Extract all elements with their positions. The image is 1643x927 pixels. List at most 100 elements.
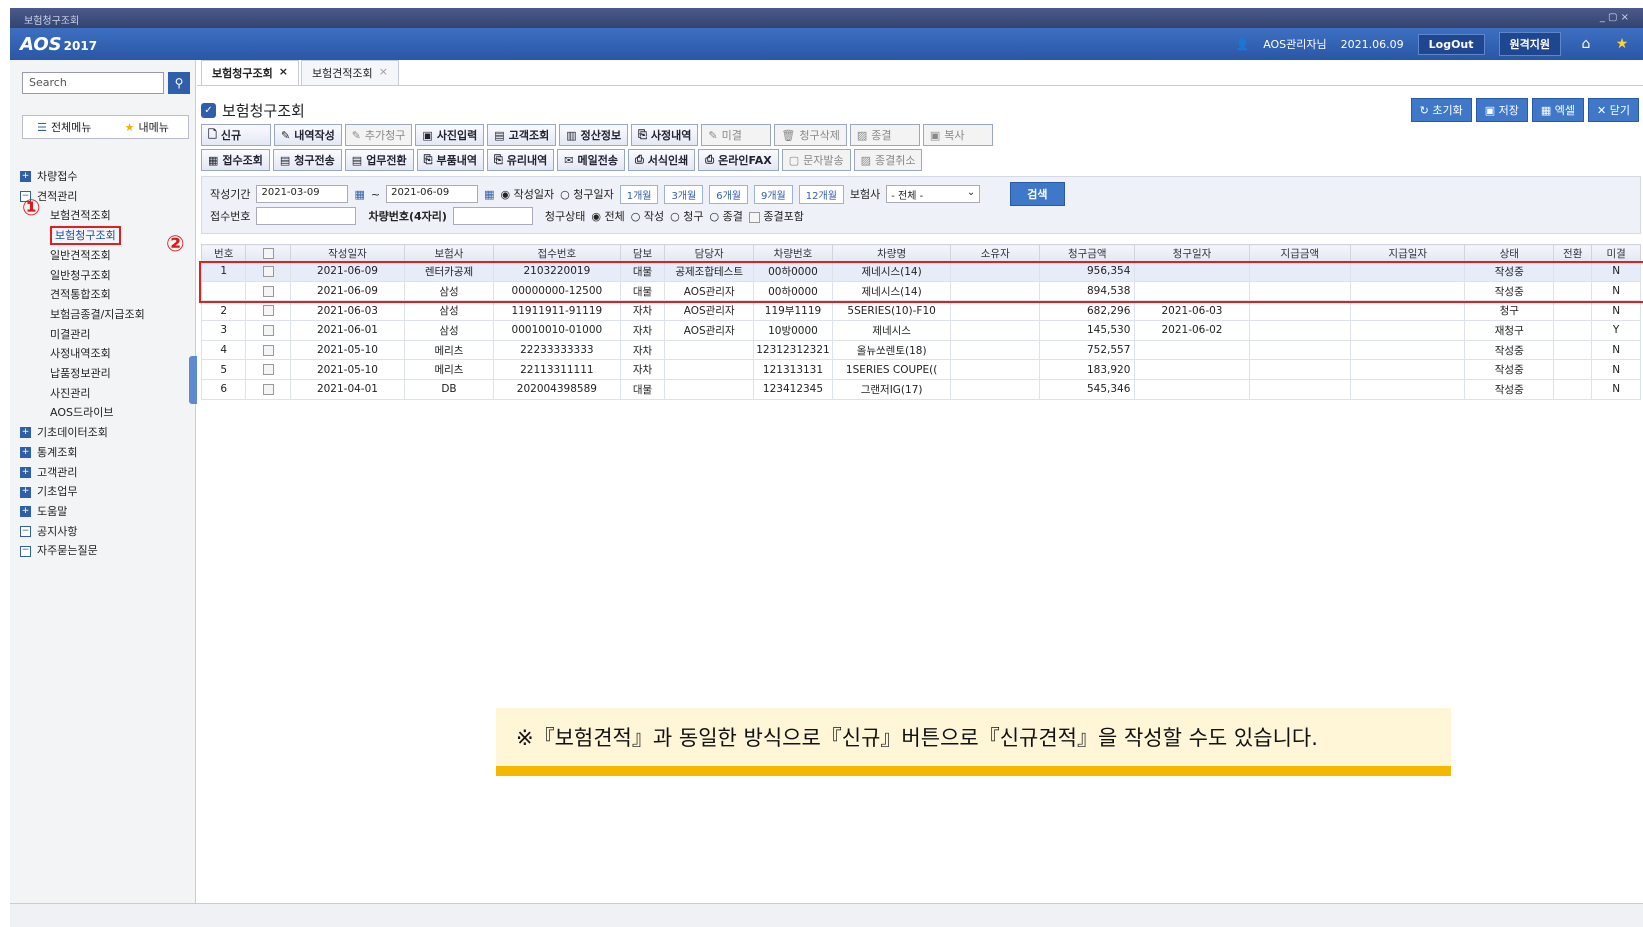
- close-claim-button[interactable]: ▨ 종결: [849, 124, 920, 146]
- assess-button[interactable]: ⎘ 사정내역: [631, 124, 699, 146]
- add-claim-button[interactable]: ✎ 추가청구: [344, 124, 413, 146]
- remote-support-button[interactable]: 원격지원: [1498, 32, 1561, 56]
- tree-item-selected[interactable]: 보험청구조회: [20, 226, 145, 246]
- include-closed-checkbox[interactable]: 종결포함: [748, 208, 804, 224]
- radio-status-claim[interactable]: ○ 청구: [670, 208, 703, 224]
- table-cell: 1SERIES COUPE((: [831, 359, 952, 381]
- tab-bar: 보험청구조회 × 보험견적조회 ×: [197, 60, 1643, 86]
- tree-group[interactable]: + 기초업무: [20, 482, 145, 502]
- excel-button[interactable]: ▦ 엑셀: [1531, 98, 1585, 122]
- period-9m-button[interactable]: 9개월: [754, 184, 793, 204]
- star-icon[interactable]: ★: [1611, 34, 1633, 54]
- document-icon: ▤: [279, 153, 291, 167]
- select-all-checkbox[interactable]: [245, 244, 291, 262]
- table-cell: [1134, 339, 1250, 361]
- sms-button[interactable]: ▢ 문자발송: [781, 149, 851, 171]
- tree-item[interactable]: 납품정보관리: [20, 364, 145, 384]
- tab-my-menu[interactable]: ★ 내메뉴: [106, 116, 189, 138]
- cancel-close-button[interactable]: ▨ 종결취소: [853, 149, 923, 171]
- tree-item[interactable]: 보험금종결/지급조회: [20, 305, 145, 325]
- radio-write-date[interactable]: ◉ 작성일자: [501, 186, 555, 202]
- row-checkbox[interactable]: [245, 339, 291, 361]
- row-checkbox[interactable]: [245, 379, 291, 400]
- period-6m-button[interactable]: 6개월: [709, 184, 748, 204]
- logout-button[interactable]: LogOut: [1417, 33, 1485, 55]
- tree-item[interactable]: 사정내역조회: [20, 344, 145, 364]
- search-icon[interactable]: ⚲: [168, 72, 190, 94]
- tree-item[interactable]: 사진관리: [20, 384, 145, 404]
- tab-claim-inquiry[interactable]: 보험청구조회 ×: [201, 60, 299, 85]
- close-button[interactable]: ✕ 닫기: [1588, 98, 1639, 122]
- calendar-icon[interactable]: ▦: [484, 188, 494, 201]
- table-row[interactable]: 3 2021-06-01 삼성 00010010-01000 자차 AOS관리자 10방00…: [200, 320, 1641, 341]
- receipt-button[interactable]: ▦ 접수조회: [201, 149, 270, 171]
- chevron-down-icon: ⌄: [966, 187, 976, 198]
- sidebar-collapse-handle[interactable]: [189, 356, 197, 404]
- save-button[interactable]: ▣ 저장: [1475, 98, 1528, 122]
- transfer-button[interactable]: ▤ 업무전환: [344, 149, 414, 171]
- table-row[interactable]: 4 2021-05-10 메리츠 22233333333 자차 12312312321 올뉴…: [200, 339, 1641, 361]
- tree-group[interactable]: − 자주묻는질문: [20, 541, 145, 561]
- row-checkbox[interactable]: [245, 359, 291, 381]
- send-button[interactable]: ▤ 청구전송: [272, 149, 342, 171]
- table-row[interactable]: 6 2021-04-01 DB 202004398589 대물 123412345 그랜저I…: [200, 379, 1641, 400]
- tree-group[interactable]: + 도움말: [20, 502, 145, 522]
- tree-item[interactable]: 견적통합조회: [20, 285, 145, 305]
- tree-group[interactable]: + 기초데이터조회: [20, 423, 145, 443]
- tree-group[interactable]: + 고객관리: [20, 463, 145, 483]
- settle-button[interactable]: ▥ 정산정보: [559, 124, 629, 146]
- new-button[interactable]: 🗋 신규: [201, 124, 271, 146]
- photo-button[interactable]: ▣ 사진입력: [415, 124, 485, 146]
- pending-button[interactable]: ✎ 미결: [701, 124, 772, 146]
- tree-group[interactable]: + 통계조회: [20, 443, 145, 463]
- receipt-input[interactable]: [256, 207, 357, 225]
- home-icon[interactable]: ⌂: [1575, 34, 1597, 54]
- col-header: 담보: [619, 244, 666, 262]
- detail-button[interactable]: ✎ 내역작성: [274, 124, 342, 146]
- tab-estimate-inquiry[interactable]: 보험견적조회 ×: [300, 60, 399, 85]
- radio-status-write[interactable]: ○ 작성: [631, 208, 664, 224]
- table-row[interactable]: 5 2021-05-10 메리츠 22113311111 자차 121313131 1SER…: [200, 359, 1641, 381]
- calendar-icon[interactable]: ▦: [354, 188, 364, 201]
- date-to-input[interactable]: 2021-06-09: [386, 185, 479, 203]
- search-button[interactable]: 검색: [1010, 182, 1065, 206]
- fax-button[interactable]: ⎙ 온라인FAX: [698, 149, 779, 171]
- tree-item[interactable]: 일반견적조회: [20, 246, 145, 266]
- customer-button[interactable]: ▤ 고객조회: [487, 124, 557, 146]
- radio-claim-date[interactable]: ○ 청구일자: [560, 186, 614, 202]
- period-3m-button[interactable]: 3개월: [664, 184, 704, 204]
- tab-all-menu[interactable]: ☰ 전체메뉴: [23, 116, 106, 138]
- period-12m-button[interactable]: 12개월: [798, 184, 844, 204]
- radio-status-close[interactable]: ○ 종결: [709, 208, 742, 224]
- table-cell: AOS관리자: [664, 320, 755, 341]
- tree-group[interactable]: + 차량접수: [20, 167, 145, 187]
- tree-item[interactable]: AOS드라이브: [20, 403, 145, 423]
- copy-button[interactable]: ▣ 복사: [922, 124, 993, 146]
- delete-button[interactable]: 🗑 청구삭제: [774, 124, 847, 146]
- tree-group[interactable]: − 공지사항: [20, 522, 145, 542]
- search-input[interactable]: Search: [22, 72, 164, 94]
- tree-item[interactable]: 미결관리: [20, 325, 145, 345]
- mail-button[interactable]: ✉ 메일전송: [557, 149, 625, 171]
- copy-icon: ⎘: [638, 128, 647, 141]
- menu-icon: ☰: [37, 120, 47, 134]
- marker-1: ①: [22, 196, 41, 221]
- parts-button[interactable]: ⎘ 부품내역: [416, 149, 484, 171]
- row-checkbox[interactable]: [245, 320, 291, 341]
- date-from-input[interactable]: 2021-03-09: [256, 185, 349, 203]
- glass-button[interactable]: ⎘ 유리내역: [486, 149, 555, 171]
- car-number-input[interactable]: [452, 207, 533, 225]
- tree-item[interactable]: 일반청구조회: [20, 266, 145, 286]
- table-row[interactable]: 2 2021-06-03 삼성 11911911-91119 자차 AOS관리자 119부1…: [200, 300, 1641, 322]
- row-checkbox[interactable]: [245, 300, 291, 322]
- period-1m-button[interactable]: 1개월: [619, 184, 659, 204]
- highlight-box: [199, 261, 1643, 303]
- col-header: 보험사: [404, 244, 494, 262]
- table-cell: 2021-06-03: [289, 300, 406, 322]
- table-cell: 2021-06-02: [1134, 320, 1250, 341]
- reset-button[interactable]: ↻ 초기화: [1410, 98, 1472, 122]
- insurer-select[interactable]: - 전체 - ⌄: [886, 185, 981, 203]
- radio-status-all[interactable]: ◉ 전체: [591, 208, 624, 224]
- window-controls[interactable]: _ ▢ ×: [1600, 12, 1629, 24]
- print-button[interactable]: ⎙ 서식인쇄: [627, 149, 696, 171]
